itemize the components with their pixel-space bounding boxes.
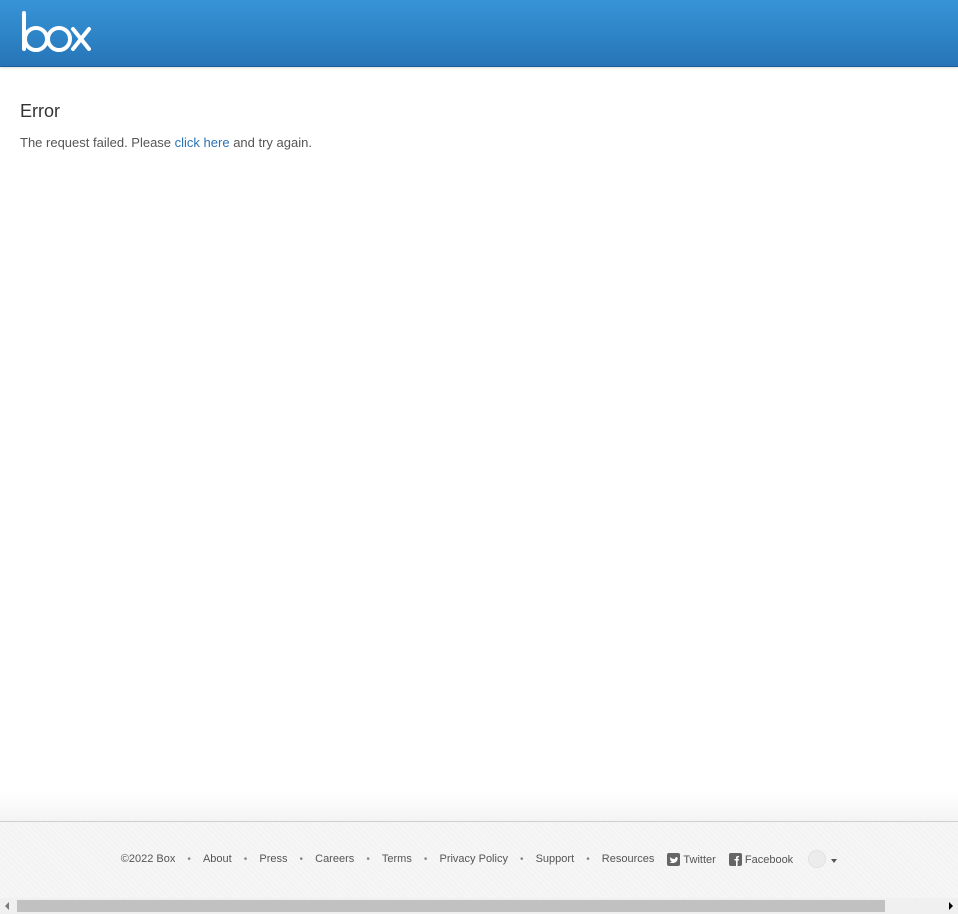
box-logo-icon[interactable] (21, 11, 93, 53)
footer-link-support[interactable]: Support (536, 853, 575, 865)
click-here-link[interactable]: click here (175, 135, 230, 150)
footer-separator: • (243, 853, 248, 865)
twitter-icon (667, 852, 681, 866)
footer: ©2022 Box • About • Press • Careers • Te… (0, 821, 958, 899)
facebook-icon (728, 852, 742, 866)
globe-icon (808, 850, 827, 868)
footer-link-resources[interactable]: Resources (602, 853, 655, 865)
footer-separator: • (366, 853, 370, 865)
top-header (0, 0, 958, 67)
chevron-down-icon (831, 859, 838, 863)
footer-separator: • (586, 853, 590, 865)
facebook-link[interactable]: Facebook (728, 852, 794, 866)
footer-link-careers[interactable]: Careers (315, 853, 354, 865)
facebook-label: Facebook (744, 853, 794, 866)
footer-link-press[interactable]: Press (259, 853, 287, 865)
error-message: The request failed. Please click here an… (20, 134, 920, 152)
footer-separator: • (187, 853, 191, 865)
footer-separator: • (299, 853, 304, 865)
footer-fade (0, 790, 958, 821)
footer-copyright: ©2022 Box (120, 853, 176, 865)
footer-link-terms[interactable]: Terms (382, 853, 412, 865)
error-message-text-after: and try again. (229, 135, 312, 150)
twitter-label: Twitter (683, 853, 716, 866)
language-selector[interactable] (808, 850, 838, 868)
footer-link-about[interactable]: About (203, 853, 232, 865)
scroll-left-icon[interactable] (5, 902, 9, 910)
footer-links: ©2022 Box • About • Press • Careers • Te… (0, 850, 958, 868)
page-title: Error (20, 101, 60, 121)
error-message-text: The request failed. Please (20, 135, 175, 150)
error-content: Error The request failed. Please click h… (20, 100, 920, 152)
scroll-right-icon[interactable] (949, 902, 953, 910)
horizontal-scrollbar[interactable] (0, 898, 958, 914)
twitter-link[interactable]: Twitter (667, 852, 716, 866)
footer-link-privacy-policy[interactable]: Privacy Policy (439, 853, 507, 865)
footer-separator: • (423, 853, 428, 865)
scrollbar-thumb[interactable] (17, 900, 885, 912)
footer-separator: • (520, 853, 524, 865)
